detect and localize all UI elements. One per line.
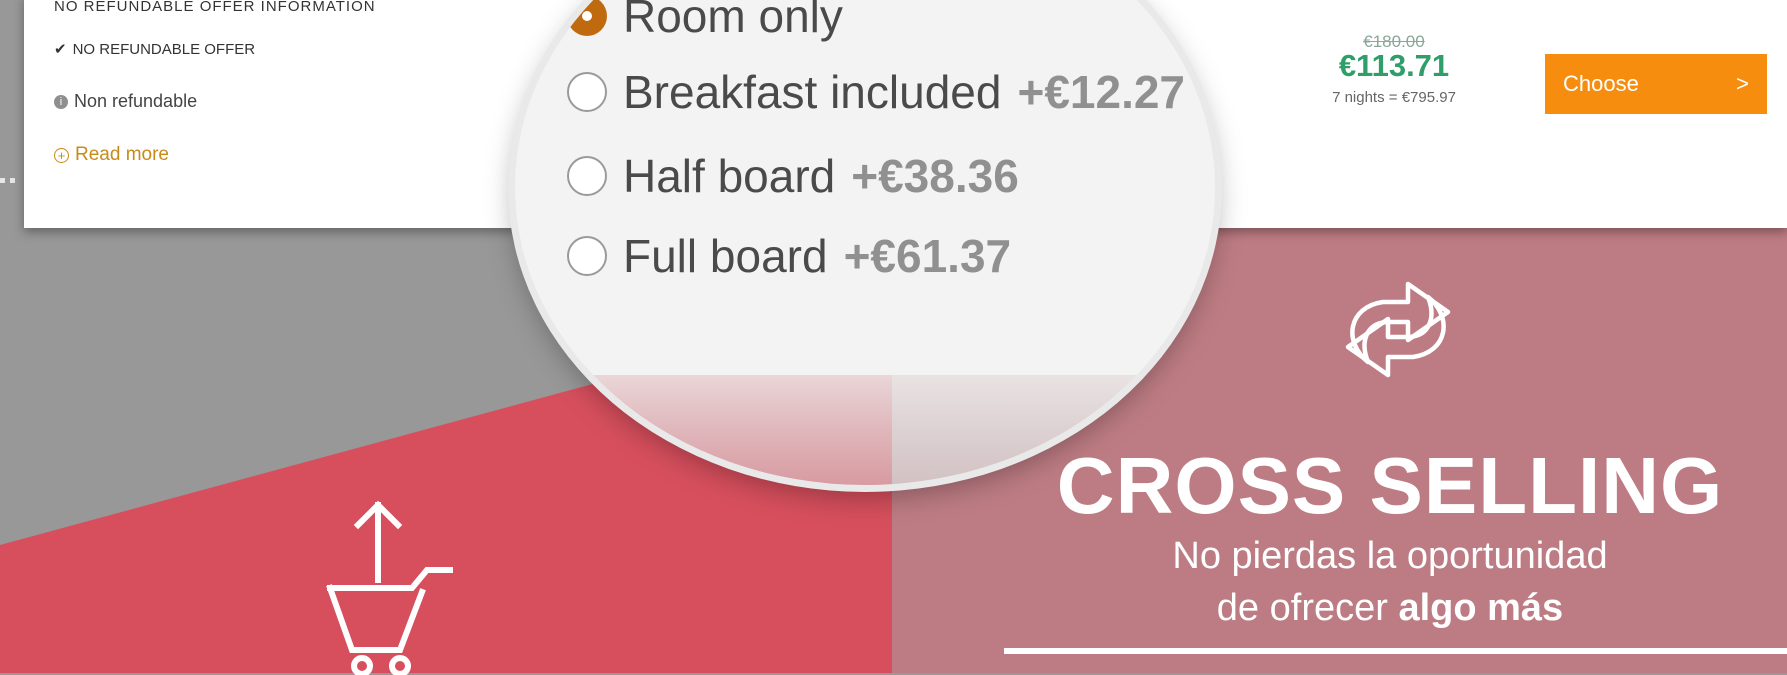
radio-unselected[interactable] xyxy=(567,236,607,276)
discounted-price: €113.71 xyxy=(1338,48,1450,83)
board-option-price: +€12.27 xyxy=(1017,66,1186,118)
subtitle-line-1: No pierdas la oportunidad xyxy=(1172,535,1608,577)
info-icon: i xyxy=(54,94,68,109)
repeat-arrows-icon xyxy=(1345,281,1451,378)
subtitle-line-2: de ofrecer algo más xyxy=(1030,582,1750,634)
board-option-label: Breakfast included xyxy=(623,66,1002,118)
board-option-room-only[interactable]: Room only xyxy=(567,0,843,43)
chevron-right-icon: > xyxy=(1736,71,1749,96)
board-option-label: Room only xyxy=(623,0,843,42)
magnifier-lens: Room only Breakfast included +€12.27 Hal… xyxy=(515,0,1215,485)
refundable-label: ✔ NO REFUNDABLE OFFER xyxy=(54,40,256,59)
board-option-half-board[interactable]: Half board +€38.36 xyxy=(567,149,1019,203)
radio-selected[interactable] xyxy=(567,0,607,36)
cross-selling-title: CROSS SELLING xyxy=(1056,441,1724,530)
refundable-text: NO REFUNDABLE OFFER xyxy=(72,40,256,58)
choose-button-label: Choose xyxy=(1563,71,1639,96)
refund-status: i Non refundable xyxy=(54,91,197,112)
choose-button[interactable]: Choose > xyxy=(1545,54,1767,114)
radio-unselected[interactable] xyxy=(567,72,607,112)
board-option-price: +€61.37 xyxy=(843,230,1012,282)
dotted-line-decoration xyxy=(0,178,15,183)
check-icon: ✔ xyxy=(54,41,67,58)
lens-red-reflection xyxy=(515,375,892,485)
board-option-breakfast[interactable]: Breakfast included +€12.27 xyxy=(567,65,1185,119)
nights-total: 7 nights = €795.97 xyxy=(1332,89,1456,106)
board-option-label: Half board xyxy=(623,150,836,202)
board-option-price: +€38.36 xyxy=(851,150,1019,202)
cross-selling-subtitle: No pierdas la oportunidad de ofrecer alg… xyxy=(1030,530,1750,634)
subtitle-bold: algo más xyxy=(1398,587,1564,629)
board-option-full-board[interactable]: Full board +€61.37 xyxy=(567,229,1011,283)
read-more-link[interactable]: + Read more xyxy=(54,144,169,166)
upload-cart-icon xyxy=(326,500,453,675)
subtitle-plain: de ofrecer xyxy=(1216,587,1399,629)
cut-off-offer-text: NO REFUNDABLE OFFER INFORMATION xyxy=(54,0,376,15)
read-more-text: Read more xyxy=(75,144,169,165)
plus-circle-icon: + xyxy=(54,147,69,163)
refund-status-text: Non refundable xyxy=(74,91,198,111)
board-option-label: Full board xyxy=(623,230,828,282)
title-underline xyxy=(1004,648,1787,654)
radio-unselected[interactable] xyxy=(567,156,607,196)
